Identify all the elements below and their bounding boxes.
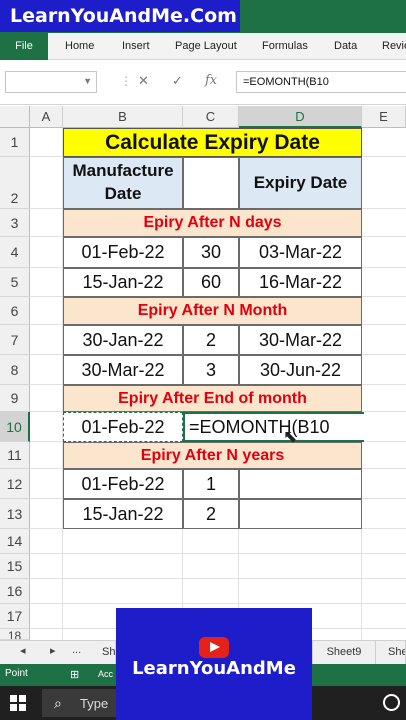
n-value-cell[interactable]: 1	[183, 469, 239, 499]
expiry-date-cell[interactable]: 30-Mar-22	[239, 325, 362, 355]
row-header-18[interactable]: 18	[0, 629, 30, 640]
gridline	[30, 553, 406, 554]
row-header-12[interactable]: 12	[0, 469, 30, 499]
n-value-cell[interactable]: 30	[183, 237, 239, 268]
n-value-cell[interactable]: 60	[183, 268, 239, 297]
column-header-e[interactable]: E	[362, 106, 406, 128]
column-header-a[interactable]: A	[30, 106, 63, 128]
name-box[interactable]: ▼	[5, 71, 97, 93]
accessibility-label[interactable]: Acc	[98, 669, 113, 679]
column-header-b[interactable]: B	[63, 106, 183, 128]
expiry-date-header[interactable]: Expiry Date	[239, 157, 362, 209]
expiry-date-cell[interactable]	[239, 469, 362, 499]
sheet-tab[interactable]: She	[376, 641, 406, 664]
youtube-play-icon	[199, 637, 229, 658]
row-header-5[interactable]: 5	[0, 268, 30, 297]
n-value-cell[interactable]: 3	[183, 355, 239, 385]
more-sheets-button[interactable]: ...	[72, 644, 81, 656]
search-icon: ⌕	[54, 695, 62, 711]
tab-insert[interactable]: Insert	[122, 33, 150, 60]
cancel-icon[interactable]: ✕	[138, 73, 149, 89]
search-placeholder: Type	[80, 696, 109, 711]
tab-data[interactable]: Data	[334, 33, 357, 60]
expiry-date-cell[interactable]: 16-Mar-22	[239, 268, 362, 297]
formula-bar: ▼ ⋮ ✕ ✓ fx =EOMONTH(B10	[0, 60, 406, 105]
next-sheet-button[interactable]: ▸	[50, 644, 56, 657]
dropdown-caret-icon[interactable]: ▼	[83, 76, 92, 86]
section-n-years[interactable]: Epiry After N years	[63, 442, 362, 469]
row-header-7[interactable]: 7	[0, 325, 30, 355]
active-formula-cell[interactable]: =EOMONTH(B10	[183, 412, 364, 442]
formula-bar-separator: ⋮	[120, 74, 132, 88]
gridline	[30, 603, 406, 604]
sheet-title-cell[interactable]: Calculate Expiry Date	[63, 128, 362, 157]
mouse-cursor-icon: ⬉	[283, 427, 298, 446]
sheet-tab[interactable]: Sh	[90, 641, 116, 664]
expiry-date-cell[interactable]: 30-Jun-22	[239, 355, 362, 385]
prev-sheet-button[interactable]: ◂	[20, 644, 26, 657]
header-empty-cell[interactable]	[183, 157, 239, 209]
manufacture-date-cell[interactable]: 15-Jan-22	[63, 499, 183, 529]
row-header-10[interactable]: 10	[0, 412, 30, 442]
insert-function-button[interactable]: fx	[205, 73, 217, 88]
row-header-4[interactable]: 4	[0, 237, 30, 268]
section-n-month[interactable]: Epiry After N Month	[63, 297, 362, 325]
row-header-8[interactable]: 8	[0, 355, 30, 385]
column-header-c[interactable]: C	[183, 106, 239, 128]
expiry-date-cell[interactable]	[239, 499, 362, 529]
manufacture-date-header[interactable]: Manufacture Date	[63, 157, 183, 209]
status-mode: Point	[5, 668, 28, 679]
ribbon-tabs: File Home Insert Page Layout Formulas Da…	[0, 33, 406, 60]
row-header-2[interactable]: 2	[0, 157, 30, 209]
row-header-6[interactable]: 6	[0, 297, 30, 325]
channel-logo-text: LearnYouAndMe	[132, 658, 296, 679]
column-header-d[interactable]: D	[239, 106, 362, 128]
tab-review[interactable]: Revie	[382, 33, 406, 60]
gridline	[30, 578, 406, 579]
tab-formulas[interactable]: Formulas	[262, 33, 308, 60]
row-header-14[interactable]: 14	[0, 529, 30, 554]
manufacture-date-cell[interactable]: 15-Jan-22	[63, 268, 183, 297]
windows-logo-icon[interactable]	[10, 695, 26, 711]
tab-file[interactable]: File	[0, 33, 48, 60]
sheet-tab-sheet9[interactable]: Sheet9	[312, 641, 376, 664]
manufacture-date-cell[interactable]: 01-Feb-22	[63, 237, 183, 268]
n-value-cell[interactable]: 2	[183, 325, 239, 355]
row-header-17[interactable]: 17	[0, 604, 30, 629]
expiry-date-cell[interactable]: 03-Mar-22	[239, 237, 362, 268]
formula-input[interactable]: =EOMONTH(B10	[236, 71, 406, 93]
section-end-of-month[interactable]: Epiry After End of month	[63, 385, 362, 412]
row-header-11[interactable]: 11	[0, 442, 30, 469]
manufacture-date-cell[interactable]: 30-Jan-22	[63, 325, 183, 355]
row-header-16[interactable]: 16	[0, 579, 30, 604]
row-header-13[interactable]: 13	[0, 499, 30, 529]
select-all-corner[interactable]	[0, 106, 30, 128]
row-header-9[interactable]: 9	[0, 385, 30, 412]
row-header-1[interactable]: 1	[0, 128, 30, 157]
enter-icon[interactable]: ✓	[172, 73, 183, 89]
brand-banner: LearnYouAndMe.Com	[0, 0, 240, 32]
tab-page-layout[interactable]: Page Layout	[175, 33, 237, 60]
section-n-days[interactable]: Epiry After N days	[63, 209, 362, 237]
row-header-15[interactable]: 15	[0, 554, 30, 579]
n-value-cell[interactable]: 2	[183, 499, 239, 529]
channel-logo-overlay: LearnYouAndMe	[116, 608, 312, 720]
accessibility-icon[interactable]: ⊞	[70, 668, 79, 681]
cortana-icon[interactable]	[383, 694, 400, 711]
manufacture-date-cell-referenced[interactable]: 01-Feb-22	[63, 412, 183, 442]
manufacture-date-cell[interactable]: 01-Feb-22	[63, 469, 183, 499]
manufacture-date-cell[interactable]: 30-Mar-22	[63, 355, 183, 385]
row-header-3[interactable]: 3	[0, 209, 30, 237]
tab-home[interactable]: Home	[65, 33, 94, 60]
